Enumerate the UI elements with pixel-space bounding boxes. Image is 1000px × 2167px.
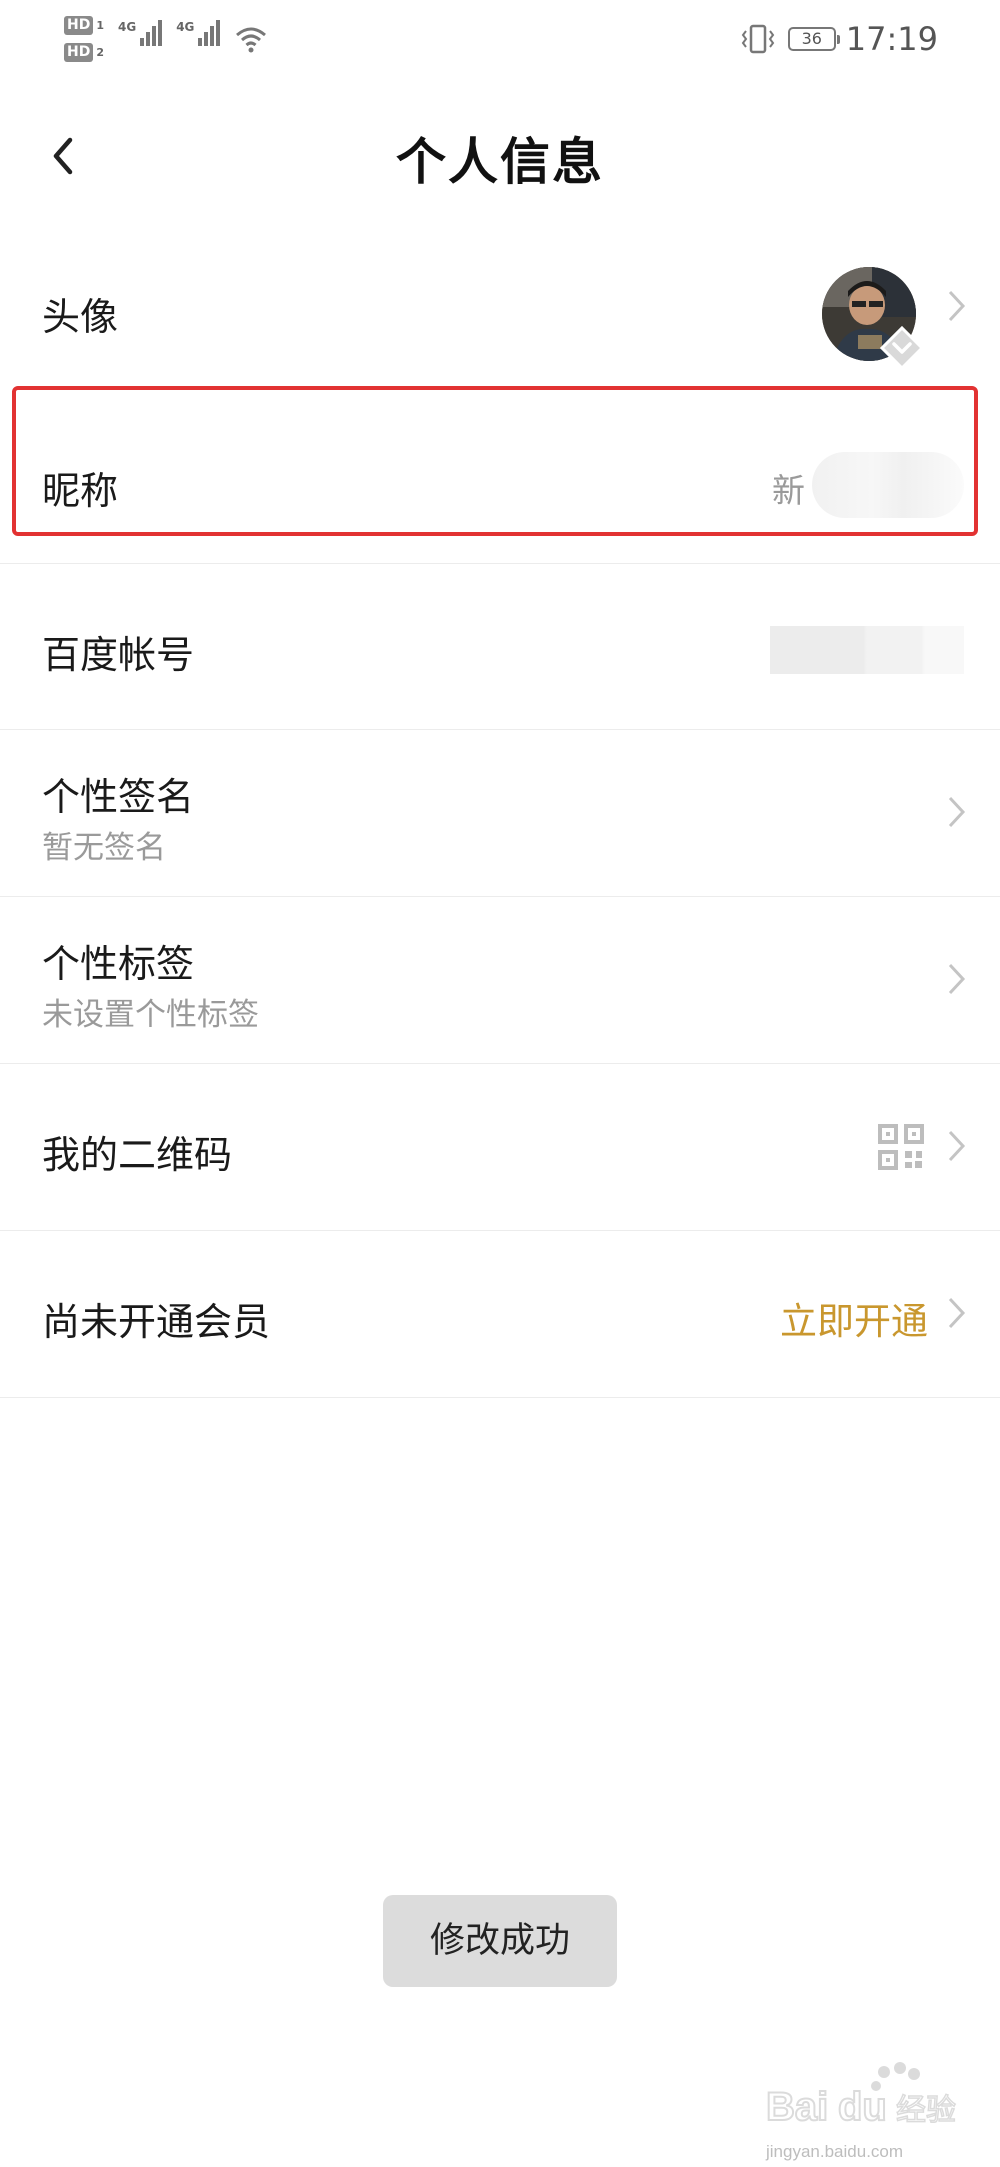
- baidu-account-blurred-value: [770, 626, 964, 674]
- battery-level: 36: [801, 29, 822, 48]
- signature-row[interactable]: 个性签名 暂无签名: [0, 730, 1000, 897]
- clock: 17:19: [845, 20, 938, 58]
- svg-text:Bai: Bai: [766, 2085, 828, 2129]
- watermark-url: jingyan.baidu.com: [766, 2142, 904, 2161]
- page-title: 个人信息: [396, 133, 604, 191]
- vip-label: 尚未开通会员: [42, 1300, 271, 1344]
- baidu-jingyan-watermark-logo: Bai du 经验: [766, 2062, 957, 2130]
- chevron-right-icon: [948, 796, 966, 828]
- signature-value: 暂无签名: [42, 830, 166, 866]
- status-bar-left: HD 1 HD 2 4G 4G: [64, 14, 268, 70]
- network1-label: 4G: [118, 20, 137, 34]
- status-bar-right: 36 17:19: [738, 20, 938, 58]
- svg-text:经验: 经验: [896, 2093, 956, 2128]
- chevron-right-icon: [948, 290, 966, 322]
- sim2-indicator: HD 2: [64, 43, 104, 62]
- signal-1-icon: 4G: [118, 20, 163, 46]
- sim2-hd-label: HD: [64, 43, 94, 62]
- tags-value: 未设置个性标签: [42, 997, 259, 1033]
- vibrate-icon: [741, 24, 775, 54]
- vip-row[interactable]: 尚未开通会员 立即开通: [0, 1231, 1000, 1398]
- network2-label: 4G: [176, 20, 195, 34]
- svg-text:du: du: [838, 2085, 887, 2129]
- tags-row[interactable]: 个性标签 未设置个性标签: [0, 897, 1000, 1064]
- vip-activate-link[interactable]: 立即开通: [780, 1291, 928, 1345]
- signature-label: 个性签名: [42, 775, 195, 819]
- sim2-num: 2: [96, 46, 104, 59]
- sim-indicators: HD 1 HD 2: [64, 16, 104, 62]
- nickname-blurred-value: [812, 452, 964, 518]
- avatar-label: 头像: [42, 295, 119, 339]
- qr-code-icon: [878, 1124, 924, 1170]
- sim1-indicator: HD 1: [64, 16, 104, 35]
- qrcode-row[interactable]: 我的二维码: [0, 1064, 1000, 1231]
- battery-icon: 36: [787, 27, 840, 51]
- status-bar: HD 1 HD 2 4G 4G 36 17:19: [0, 0, 1000, 80]
- chevron-right-icon: [948, 1297, 966, 1329]
- toast-message: 修改成功: [383, 1895, 617, 1987]
- header: 个人信息: [0, 100, 1000, 210]
- verified-badge-icon: [880, 326, 924, 370]
- sim1-hd-label: HD: [64, 16, 94, 35]
- baidu-account-label: 百度帐号: [42, 633, 195, 677]
- chevron-right-icon: [948, 1130, 966, 1162]
- nickname-label: 昵称: [42, 469, 119, 513]
- nickname-value: 新: [772, 471, 805, 510]
- sim1-num: 1: [96, 19, 104, 32]
- qrcode-label: 我的二维码: [42, 1133, 233, 1177]
- signal-2-icon: 4G: [176, 20, 221, 46]
- chevron-right-icon: [948, 963, 966, 995]
- wifi-icon: [236, 27, 267, 53]
- tags-label: 个性标签: [42, 942, 195, 986]
